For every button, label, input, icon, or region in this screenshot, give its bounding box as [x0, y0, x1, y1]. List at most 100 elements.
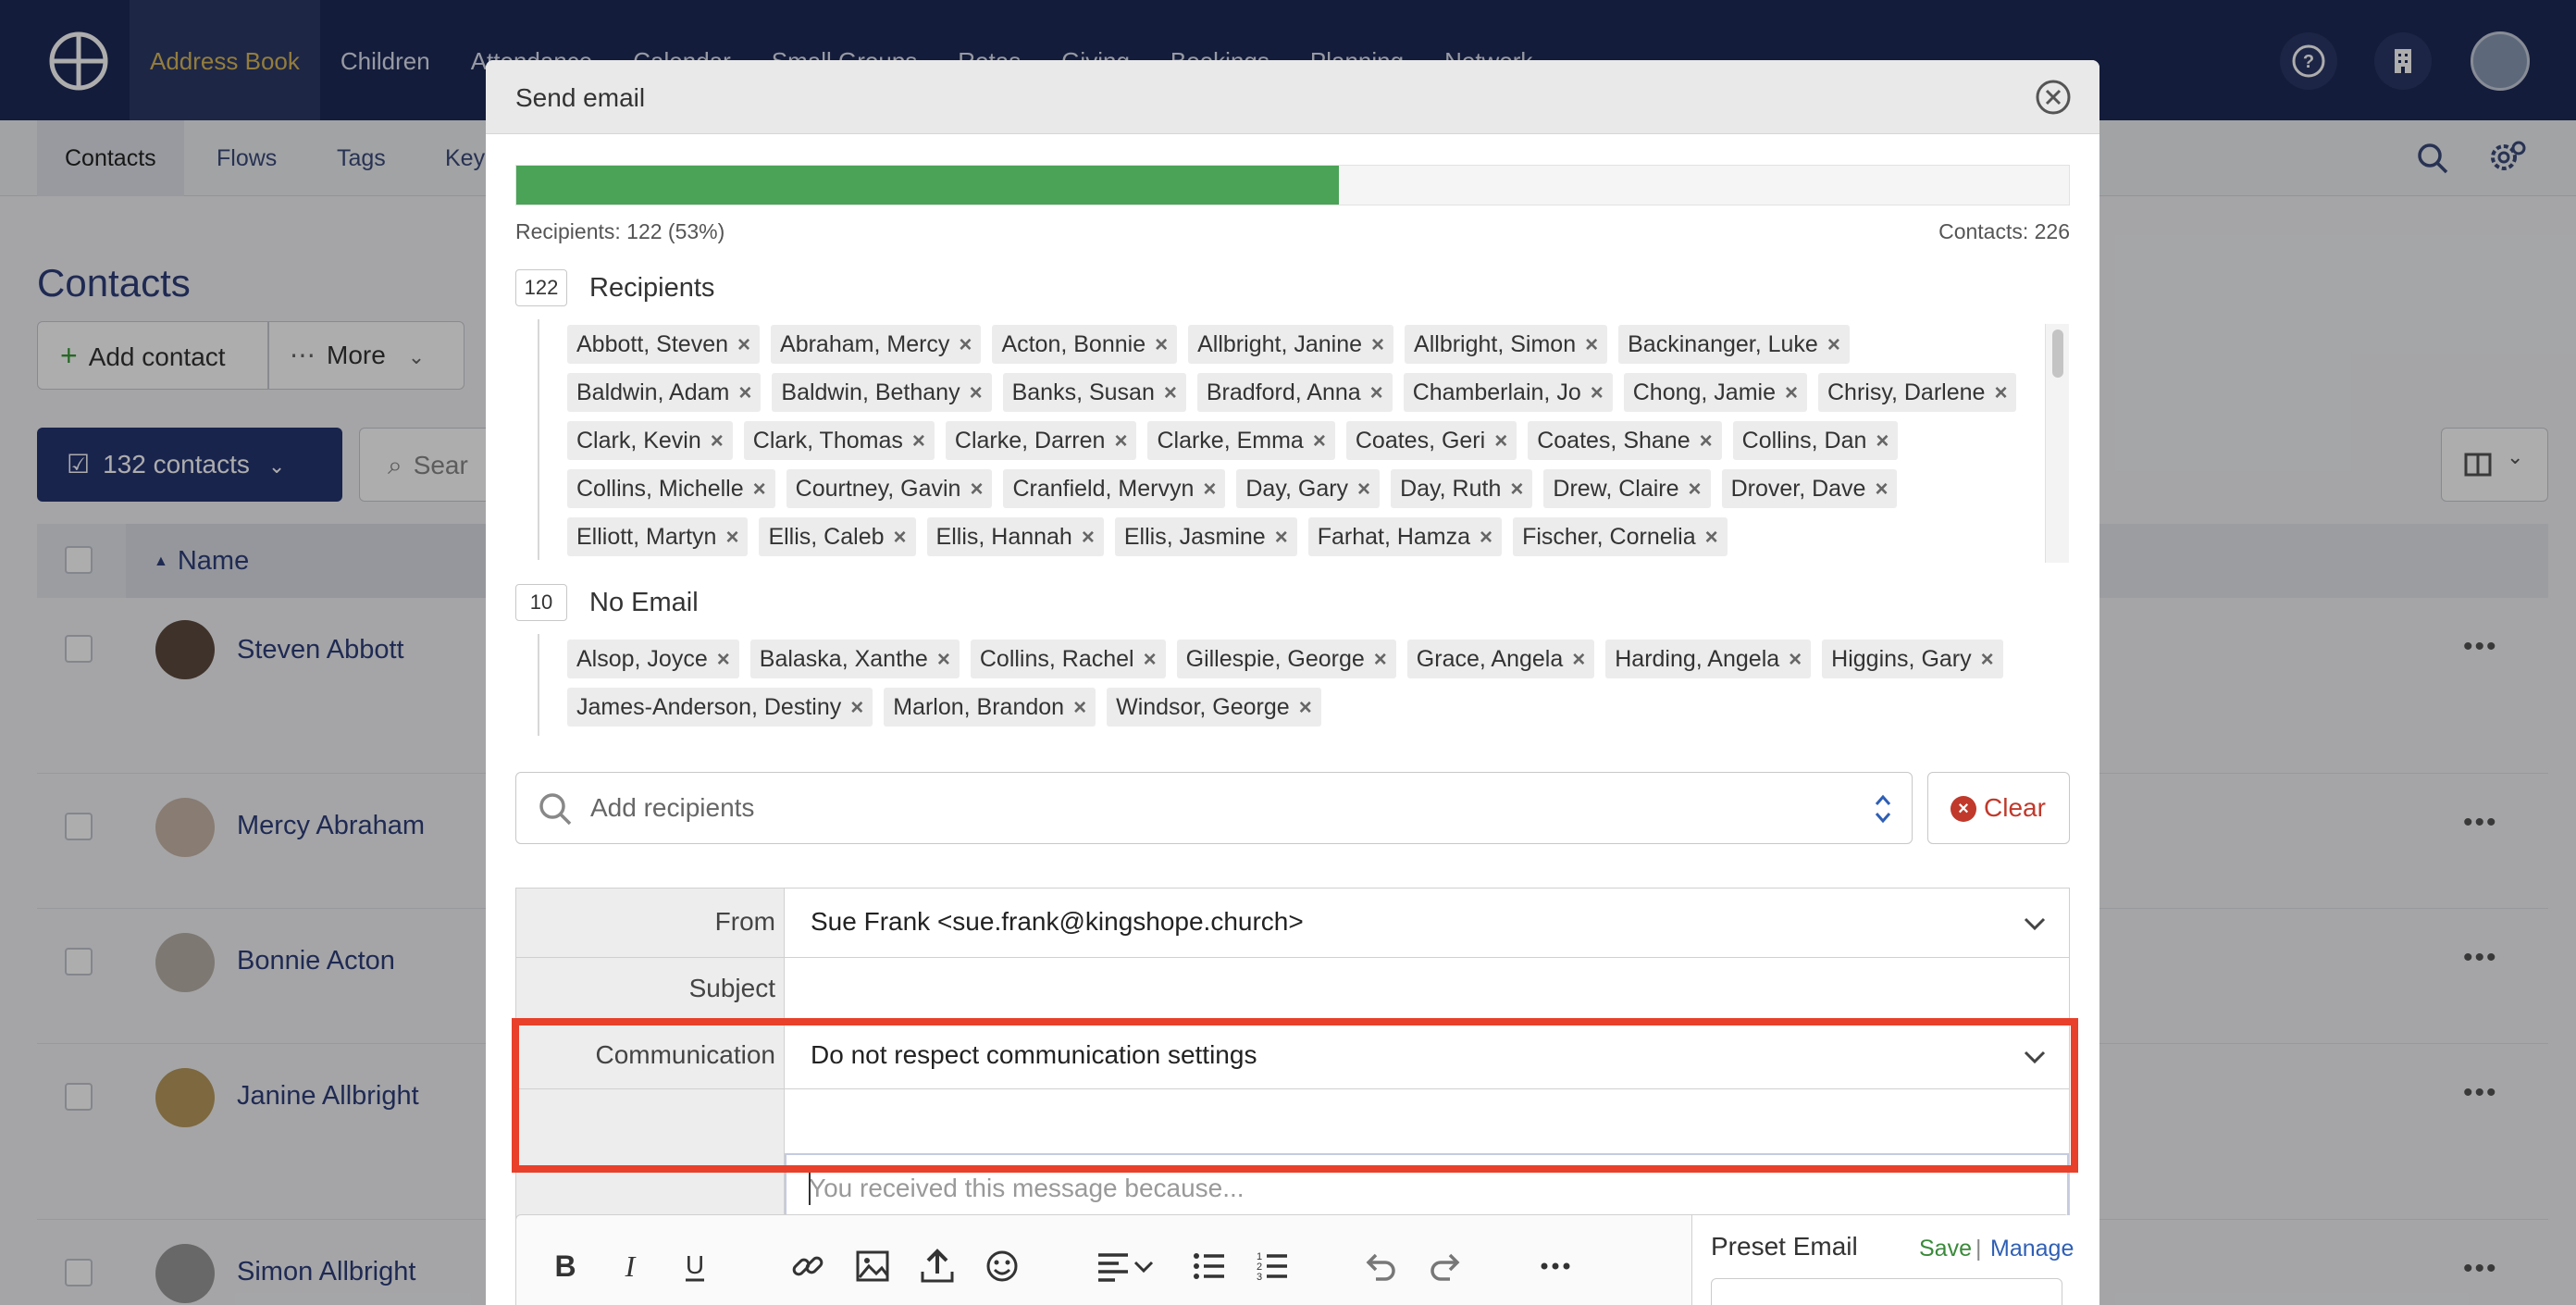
- preset-manage-link[interactable]: Manage: [1990, 1236, 2074, 1262]
- recipients-scrollbar[interactable]: [2045, 324, 2069, 563]
- recipient-tag[interactable]: Collins, Rachel ×: [970, 640, 1166, 678]
- recipient-tag[interactable]: Chamberlain, Jo ×: [1403, 373, 1613, 412]
- recipient-tag[interactable]: Elliott, Martyn ×: [567, 517, 749, 556]
- recipient-tag[interactable]: Backinanger, Luke ×: [1618, 325, 1850, 364]
- preset-save-link[interactable]: Save: [1919, 1236, 1972, 1262]
- align-left-icon[interactable]: [1095, 1248, 1132, 1285]
- remove-x-icon[interactable]: ×: [894, 525, 907, 550]
- remove-x-icon[interactable]: ×: [1313, 429, 1326, 454]
- recipient-tag[interactable]: Clarke, Emma ×: [1147, 421, 1335, 460]
- link-icon[interactable]: [789, 1248, 826, 1285]
- scrollbar-thumb[interactable]: [2052, 329, 2063, 378]
- remove-x-icon[interactable]: ×: [1073, 695, 1086, 720]
- recipient-tag[interactable]: Day, Ruth ×: [1391, 469, 1533, 508]
- remove-x-icon[interactable]: ×: [1114, 429, 1127, 454]
- recipient-tag[interactable]: Collins, Michelle ×: [567, 469, 775, 508]
- recipient-tag[interactable]: Baldwin, Adam ×: [567, 373, 762, 412]
- remove-x-icon[interactable]: ×: [1299, 695, 1312, 720]
- recipient-tag[interactable]: Windsor, George ×: [1107, 688, 1321, 727]
- remove-x-icon[interactable]: ×: [1164, 380, 1177, 405]
- recipient-tag[interactable]: Marlon, Brandon ×: [884, 688, 1096, 727]
- remove-x-icon[interactable]: ×: [753, 477, 766, 502]
- add-recipients-input[interactable]: Add recipients: [515, 772, 1913, 844]
- remove-x-icon[interactable]: ×: [1827, 332, 1840, 357]
- remove-x-icon[interactable]: ×: [1082, 525, 1095, 550]
- remove-x-icon[interactable]: ×: [737, 332, 750, 357]
- recipient-tag[interactable]: Chrisy, Darlene ×: [1818, 373, 2017, 412]
- recipient-tag[interactable]: Banks, Susan ×: [1002, 373, 1186, 412]
- recipient-tag[interactable]: Drover, Dave ×: [1721, 469, 1898, 508]
- clear-button[interactable]: × Clear: [1927, 772, 2070, 844]
- recipient-tag[interactable]: Ellis, Hannah ×: [926, 517, 1104, 556]
- recipient-tag[interactable]: Allbright, Simon ×: [1405, 325, 1608, 364]
- underline-icon[interactable]: U: [676, 1248, 713, 1285]
- recipient-tag[interactable]: Acton, Bonnie ×: [992, 325, 1178, 364]
- numbered-list-icon[interactable]: 123: [1254, 1248, 1291, 1285]
- remove-x-icon[interactable]: ×: [1591, 380, 1604, 405]
- italic-icon[interactable]: I: [612, 1248, 649, 1285]
- recipient-tag[interactable]: Abraham, Mercy ×: [771, 325, 982, 364]
- recipient-tag[interactable]: James-Anderson, Destiny ×: [567, 688, 873, 727]
- remove-x-icon[interactable]: ×: [725, 525, 738, 550]
- chevron-down-icon[interactable]: [1132, 1248, 1156, 1285]
- upload-icon[interactable]: [919, 1248, 956, 1285]
- undo-icon[interactable]: [1361, 1248, 1398, 1285]
- recipient-tag[interactable]: Collins, Dan ×: [1732, 421, 1899, 460]
- close-icon[interactable]: [2035, 79, 2072, 116]
- remove-x-icon[interactable]: ×: [1981, 647, 1994, 672]
- recipient-tag[interactable]: Coates, Shane ×: [1528, 421, 1722, 460]
- remove-x-icon[interactable]: ×: [1789, 647, 1802, 672]
- recipient-tag[interactable]: Farhat, Hamza ×: [1307, 517, 1503, 556]
- remove-x-icon[interactable]: ×: [1700, 429, 1713, 454]
- more-options-icon[interactable]: [1537, 1248, 1574, 1285]
- recipient-tag[interactable]: Gillespie, George ×: [1176, 640, 1396, 678]
- recipient-tag[interactable]: Clark, Kevin ×: [567, 421, 733, 460]
- recipient-tag[interactable]: Day, Gary ×: [1236, 469, 1381, 508]
- bold-icon[interactable]: B: [547, 1248, 584, 1285]
- remove-x-icon[interactable]: ×: [1689, 477, 1702, 502]
- recipient-tag[interactable]: Balaska, Xanthe ×: [749, 640, 960, 678]
- chevron-down-icon[interactable]: [2023, 916, 2047, 931]
- remove-x-icon[interactable]: ×: [1875, 477, 1888, 502]
- preset-select[interactable]: [1711, 1278, 2062, 1305]
- recipient-tag[interactable]: Abbott, Steven ×: [567, 325, 761, 364]
- recipient-tag[interactable]: Clark, Thomas ×: [743, 421, 935, 460]
- remove-x-icon[interactable]: ×: [1876, 429, 1889, 454]
- remove-x-icon[interactable]: ×: [1203, 477, 1216, 502]
- recipient-tag[interactable]: Chong, Jamie ×: [1623, 373, 1807, 412]
- remove-x-icon[interactable]: ×: [1994, 380, 2007, 405]
- remove-x-icon[interactable]: ×: [1374, 647, 1387, 672]
- remove-x-icon[interactable]: ×: [1370, 380, 1383, 405]
- recipient-tag[interactable]: Higgins, Gary ×: [1822, 640, 2003, 678]
- redo-icon[interactable]: [1428, 1248, 1465, 1285]
- remove-x-icon[interactable]: ×: [1494, 429, 1507, 454]
- recipient-tag[interactable]: Ellis, Jasmine ×: [1114, 517, 1297, 556]
- recipient-tag[interactable]: Bradford, Anna ×: [1196, 373, 1393, 412]
- remove-x-icon[interactable]: ×: [1572, 647, 1585, 672]
- recipient-tag[interactable]: Cranfield, Mervyn ×: [1003, 469, 1226, 508]
- recipient-tag[interactable]: Ellis, Caleb ×: [759, 517, 916, 556]
- recipient-tag[interactable]: Harding, Angela ×: [1605, 640, 1812, 678]
- remove-x-icon[interactable]: ×: [1480, 525, 1492, 550]
- remove-x-icon[interactable]: ×: [1371, 332, 1384, 357]
- recipient-tag[interactable]: Grace, Angela ×: [1406, 640, 1595, 678]
- remove-x-icon[interactable]: ×: [912, 429, 925, 454]
- recipient-tag[interactable]: Coates, Geri ×: [1345, 421, 1517, 460]
- remove-x-icon[interactable]: ×: [738, 380, 751, 405]
- remove-x-icon[interactable]: ×: [1705, 525, 1718, 550]
- remove-x-icon[interactable]: ×: [1510, 477, 1523, 502]
- remove-x-icon[interactable]: ×: [970, 380, 983, 405]
- remove-x-icon[interactable]: ×: [959, 332, 972, 357]
- recipient-tag[interactable]: Allbright, Janine ×: [1188, 325, 1394, 364]
- from-select[interactable]: Sue Frank <sue.frank@kingshope.church>: [811, 907, 1304, 937]
- remove-x-icon[interactable]: ×: [1155, 332, 1168, 357]
- remove-x-icon[interactable]: ×: [850, 695, 863, 720]
- remove-x-icon[interactable]: ×: [1357, 477, 1370, 502]
- recipient-tag[interactable]: Fischer, Cornelia ×: [1513, 517, 1728, 556]
- image-icon[interactable]: [854, 1248, 891, 1285]
- recipient-tag[interactable]: Drew, Claire ×: [1543, 469, 1711, 508]
- bullet-list-icon[interactable]: [1191, 1248, 1228, 1285]
- remove-x-icon[interactable]: ×: [1785, 380, 1798, 405]
- remove-x-icon[interactable]: ×: [1275, 525, 1288, 550]
- recipient-tag[interactable]: Baldwin, Bethany ×: [772, 373, 992, 412]
